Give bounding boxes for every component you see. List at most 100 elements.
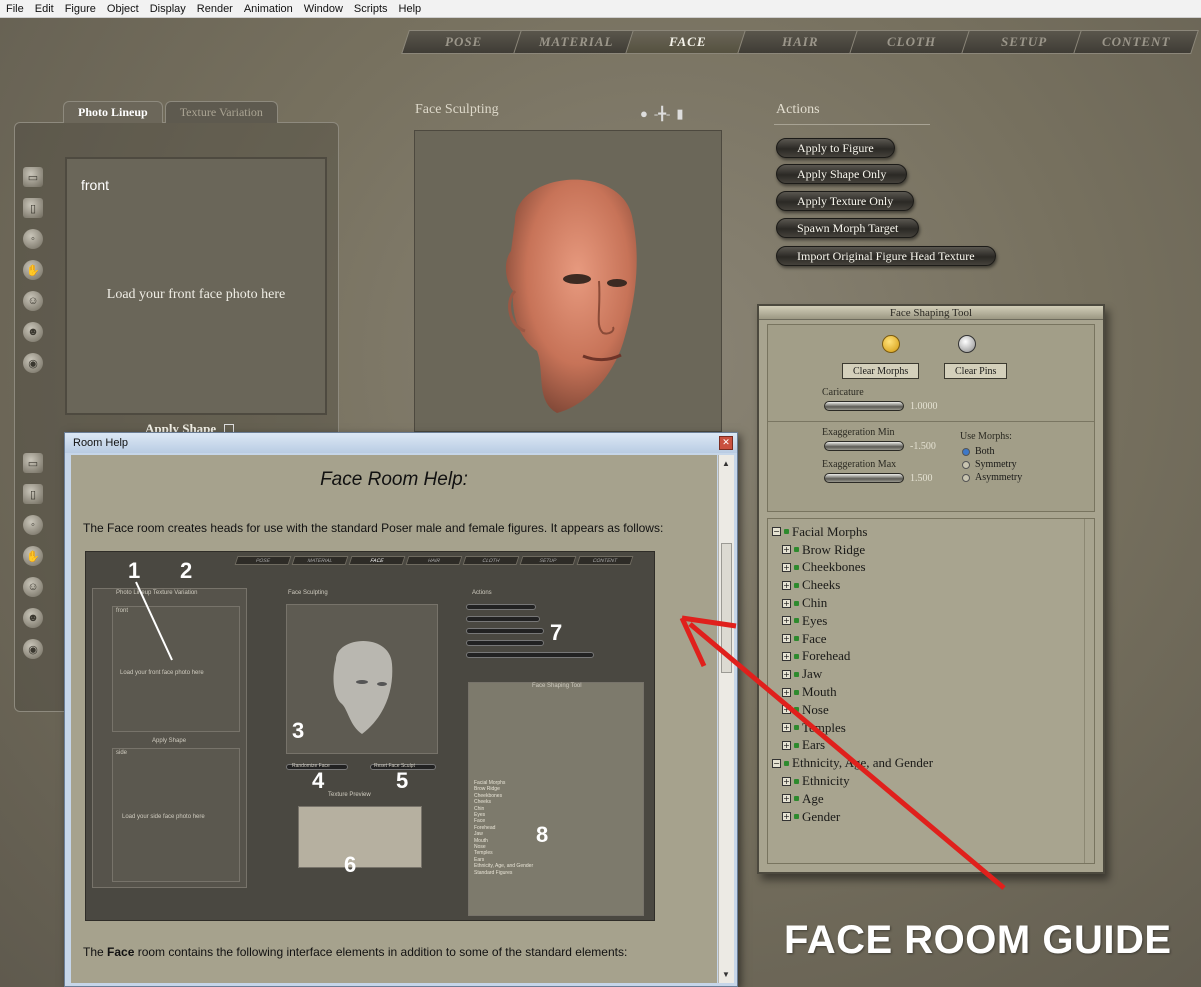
expand-icon[interactable]: +	[782, 545, 791, 555]
menu-scripts[interactable]: Scripts	[354, 3, 388, 15]
radio-both[interactable]: Both	[962, 445, 1022, 458]
menu-animation[interactable]: Animation	[244, 3, 293, 15]
menu-help[interactable]: Help	[399, 3, 422, 15]
face-shaping-tool-title[interactable]: Face Shaping Tool	[759, 306, 1103, 320]
tree-item-jaw[interactable]: + Jaw	[772, 665, 1090, 683]
apply-shape-only-button[interactable]: Apply Shape Only	[776, 164, 908, 184]
expand-icon[interactable]: +	[782, 669, 791, 679]
pin-icon[interactable]: ▮	[676, 106, 683, 122]
import-head-texture-button[interactable]: Import Original Figure Head Texture	[776, 246, 996, 266]
menu-file[interactable]: File	[6, 3, 24, 15]
tree-item-ethnicity-age-gender[interactable]: − Ethnicity, Age, and Gender	[772, 754, 1090, 772]
tab-face[interactable]: FACE	[625, 30, 751, 54]
tree-item-chin[interactable]: + Chin	[772, 594, 1090, 612]
hand-icon[interactable]: ✋	[23, 260, 43, 280]
head-reset-icon[interactable]: ◉	[23, 639, 43, 659]
tab-texture-variation[interactable]: Texture Variation	[164, 101, 278, 123]
menu-display[interactable]: Display	[150, 3, 186, 15]
head-front-icon[interactable]: ☺	[23, 577, 43, 597]
expand-icon[interactable]: +	[782, 562, 791, 572]
expand-icon[interactable]: +	[782, 687, 791, 697]
scroll-down-icon[interactable]: ▼	[722, 970, 730, 979]
tree-dot-icon	[794, 742, 799, 748]
tree-item-temples[interactable]: + Temples	[772, 719, 1090, 737]
collapse-icon[interactable]: −	[772, 758, 781, 768]
exaggeration-max-dial[interactable]	[824, 473, 904, 483]
tree-item-ethnicity[interactable]: + Ethnicity	[772, 772, 1090, 790]
tab-photo-lineup[interactable]: Photo Lineup	[63, 101, 163, 123]
menu-figure[interactable]: Figure	[65, 3, 96, 15]
front-photo-area[interactable]: front Load your front face photo here	[65, 157, 327, 415]
scroll-up-icon[interactable]: ▲	[722, 459, 730, 468]
tree-item-forehead[interactable]: + Forehead	[772, 648, 1090, 666]
trash-icon[interactable]: ▯	[23, 198, 43, 218]
folder-icon[interactable]: ▭	[23, 167, 43, 187]
tab-setup[interactable]: SETUP	[961, 30, 1087, 54]
expand-icon[interactable]: +	[782, 812, 791, 822]
expand-icon[interactable]: +	[782, 616, 791, 626]
collapse-icon[interactable]: −	[772, 527, 781, 537]
caricature-value[interactable]: 1.0000	[910, 401, 938, 412]
tab-pose[interactable]: POSE	[401, 30, 527, 54]
head-side-icon[interactable]: ☻	[23, 608, 43, 628]
radio-symmetry[interactable]: Symmetry	[962, 458, 1022, 471]
tree-item-facial-morphs[interactable]: − Facial Morphs	[772, 523, 1090, 541]
expand-icon[interactable]: +	[782, 651, 791, 661]
menu-window[interactable]: Window	[304, 3, 343, 15]
sphere-icon[interactable]: ●	[640, 106, 648, 122]
tree-item-ears[interactable]: + Ears	[772, 737, 1090, 755]
help-scrollbar[interactable]: ▲ ▼	[718, 455, 734, 983]
move-icon[interactable]: -╋-	[654, 106, 671, 122]
expand-icon[interactable]: +	[782, 723, 791, 733]
tree-item-nose[interactable]: + Nose	[772, 701, 1090, 719]
tree-item-brow-ridge[interactable]: + Brow Ridge	[772, 541, 1090, 559]
morph-putty-icon[interactable]	[882, 335, 900, 353]
morph-tree: − Facial Morphs + Brow Ridge + Cheekbones +…	[767, 518, 1095, 864]
tree-item-age[interactable]: + Age	[772, 790, 1090, 808]
head-reset-icon[interactable]: ◉	[23, 353, 43, 373]
tree-item-cheeks[interactable]: + Cheeks	[772, 576, 1090, 594]
tab-content[interactable]: CONTENT	[1073, 30, 1199, 54]
clear-morphs-button[interactable]: Clear Morphs	[842, 363, 920, 379]
tab-material[interactable]: MATERIAL	[513, 30, 639, 54]
clear-pins-button[interactable]: Clear Pins	[944, 363, 1008, 379]
radio-asymmetry[interactable]: Asymmetry	[962, 471, 1022, 484]
tree-scrollbar[interactable]	[1084, 519, 1092, 863]
scroll-thumb[interactable]	[721, 543, 732, 673]
exaggeration-min-dial[interactable]	[824, 441, 904, 451]
tree-item-eyes[interactable]: + Eyes	[772, 612, 1090, 630]
tree-item-cheekbones[interactable]: + Cheekbones	[772, 559, 1090, 577]
head-side-icon[interactable]: ☻	[23, 322, 43, 342]
apply-to-figure-button[interactable]: Apply to Figure	[776, 138, 895, 158]
menu-object[interactable]: Object	[107, 3, 139, 15]
expand-icon[interactable]: +	[782, 740, 791, 750]
exaggeration-min-value[interactable]: -1.500	[910, 441, 936, 452]
menu-edit[interactable]: Edit	[35, 3, 54, 15]
expand-icon[interactable]: +	[782, 580, 791, 590]
expand-icon[interactable]: +	[782, 776, 791, 786]
tab-cloth[interactable]: CLOTH	[849, 30, 975, 54]
spawn-morph-target-button[interactable]: Spawn Morph Target	[776, 218, 920, 238]
folder-icon[interactable]: ▭	[23, 453, 43, 473]
caricature-dial[interactable]	[824, 401, 904, 411]
magnify-icon[interactable]: ◦	[23, 515, 43, 535]
trash-icon[interactable]: ▯	[23, 484, 43, 504]
expand-icon[interactable]: +	[782, 598, 791, 608]
room-help-titlebar[interactable]: Room Help	[65, 433, 737, 453]
exaggeration-max-value[interactable]: 1.500	[910, 473, 933, 484]
expand-icon[interactable]: +	[782, 705, 791, 715]
tree-item-mouth[interactable]: + Mouth	[772, 683, 1090, 701]
close-icon[interactable]: ✕	[719, 436, 733, 450]
magnify-icon[interactable]: ◦	[23, 229, 43, 249]
face-sculpting-viewport[interactable]	[414, 130, 722, 432]
tab-hair[interactable]: HAIR	[737, 30, 863, 54]
menu-render[interactable]: Render	[197, 3, 233, 15]
hand-icon[interactable]: ✋	[23, 546, 43, 566]
head-front-icon[interactable]: ☺	[23, 291, 43, 311]
pin-tool-icon[interactable]	[958, 335, 976, 353]
tree-item-gender[interactable]: + Gender	[772, 808, 1090, 826]
expand-icon[interactable]: +	[782, 634, 791, 644]
expand-icon[interactable]: +	[782, 794, 791, 804]
tree-item-face[interactable]: + Face	[772, 630, 1090, 648]
apply-texture-only-button[interactable]: Apply Texture Only	[776, 191, 915, 211]
